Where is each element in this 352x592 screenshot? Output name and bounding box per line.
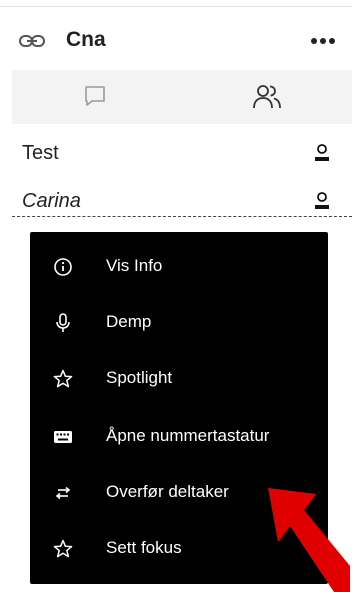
person-icon [315, 192, 329, 209]
menu-item-label: Overfør deltaker [106, 482, 229, 501]
tab-chat[interactable] [12, 70, 182, 124]
participant-row[interactable]: Carina [0, 184, 352, 218]
participant-name: Carina [22, 190, 81, 212]
menu-item-demp[interactable]: Demp [30, 296, 328, 348]
menu-item-label: Sett fokus [106, 538, 182, 557]
conversation-title: Cna [66, 28, 106, 51]
panel-tabs [12, 70, 352, 124]
person-icon [315, 144, 329, 161]
more-options-icon[interactable] [306, 32, 340, 50]
microphone-icon [56, 313, 70, 332]
conversation-header: Cna [0, 18, 352, 64]
transfer-icon [55, 486, 71, 500]
people-icon [253, 85, 281, 109]
link-icon [19, 35, 45, 47]
keyboard-icon [54, 431, 72, 443]
chat-icon [85, 86, 105, 106]
top-divider [0, 6, 352, 7]
menu-item-nummertastatur[interactable]: Åpne nummertastatur [30, 410, 328, 462]
selection-divider [12, 216, 352, 217]
participant-name: Test [22, 142, 59, 164]
participant-row[interactable]: Test [0, 136, 352, 170]
tab-participants[interactable] [182, 70, 352, 124]
menu-item-vis-info[interactable]: Vis Info [30, 240, 328, 292]
info-icon [54, 258, 72, 276]
red-arrow-annotation [268, 488, 350, 592]
menu-item-label: Åpne nummertastatur [106, 426, 270, 445]
menu-item-spotlight[interactable]: Spotlight [30, 352, 328, 404]
menu-item-label: Spotlight [106, 368, 173, 387]
menu-item-label: Vis Info [106, 256, 163, 275]
menu-item-label: Demp [106, 312, 152, 331]
star-icon [53, 369, 73, 388]
star-icon [53, 539, 73, 558]
